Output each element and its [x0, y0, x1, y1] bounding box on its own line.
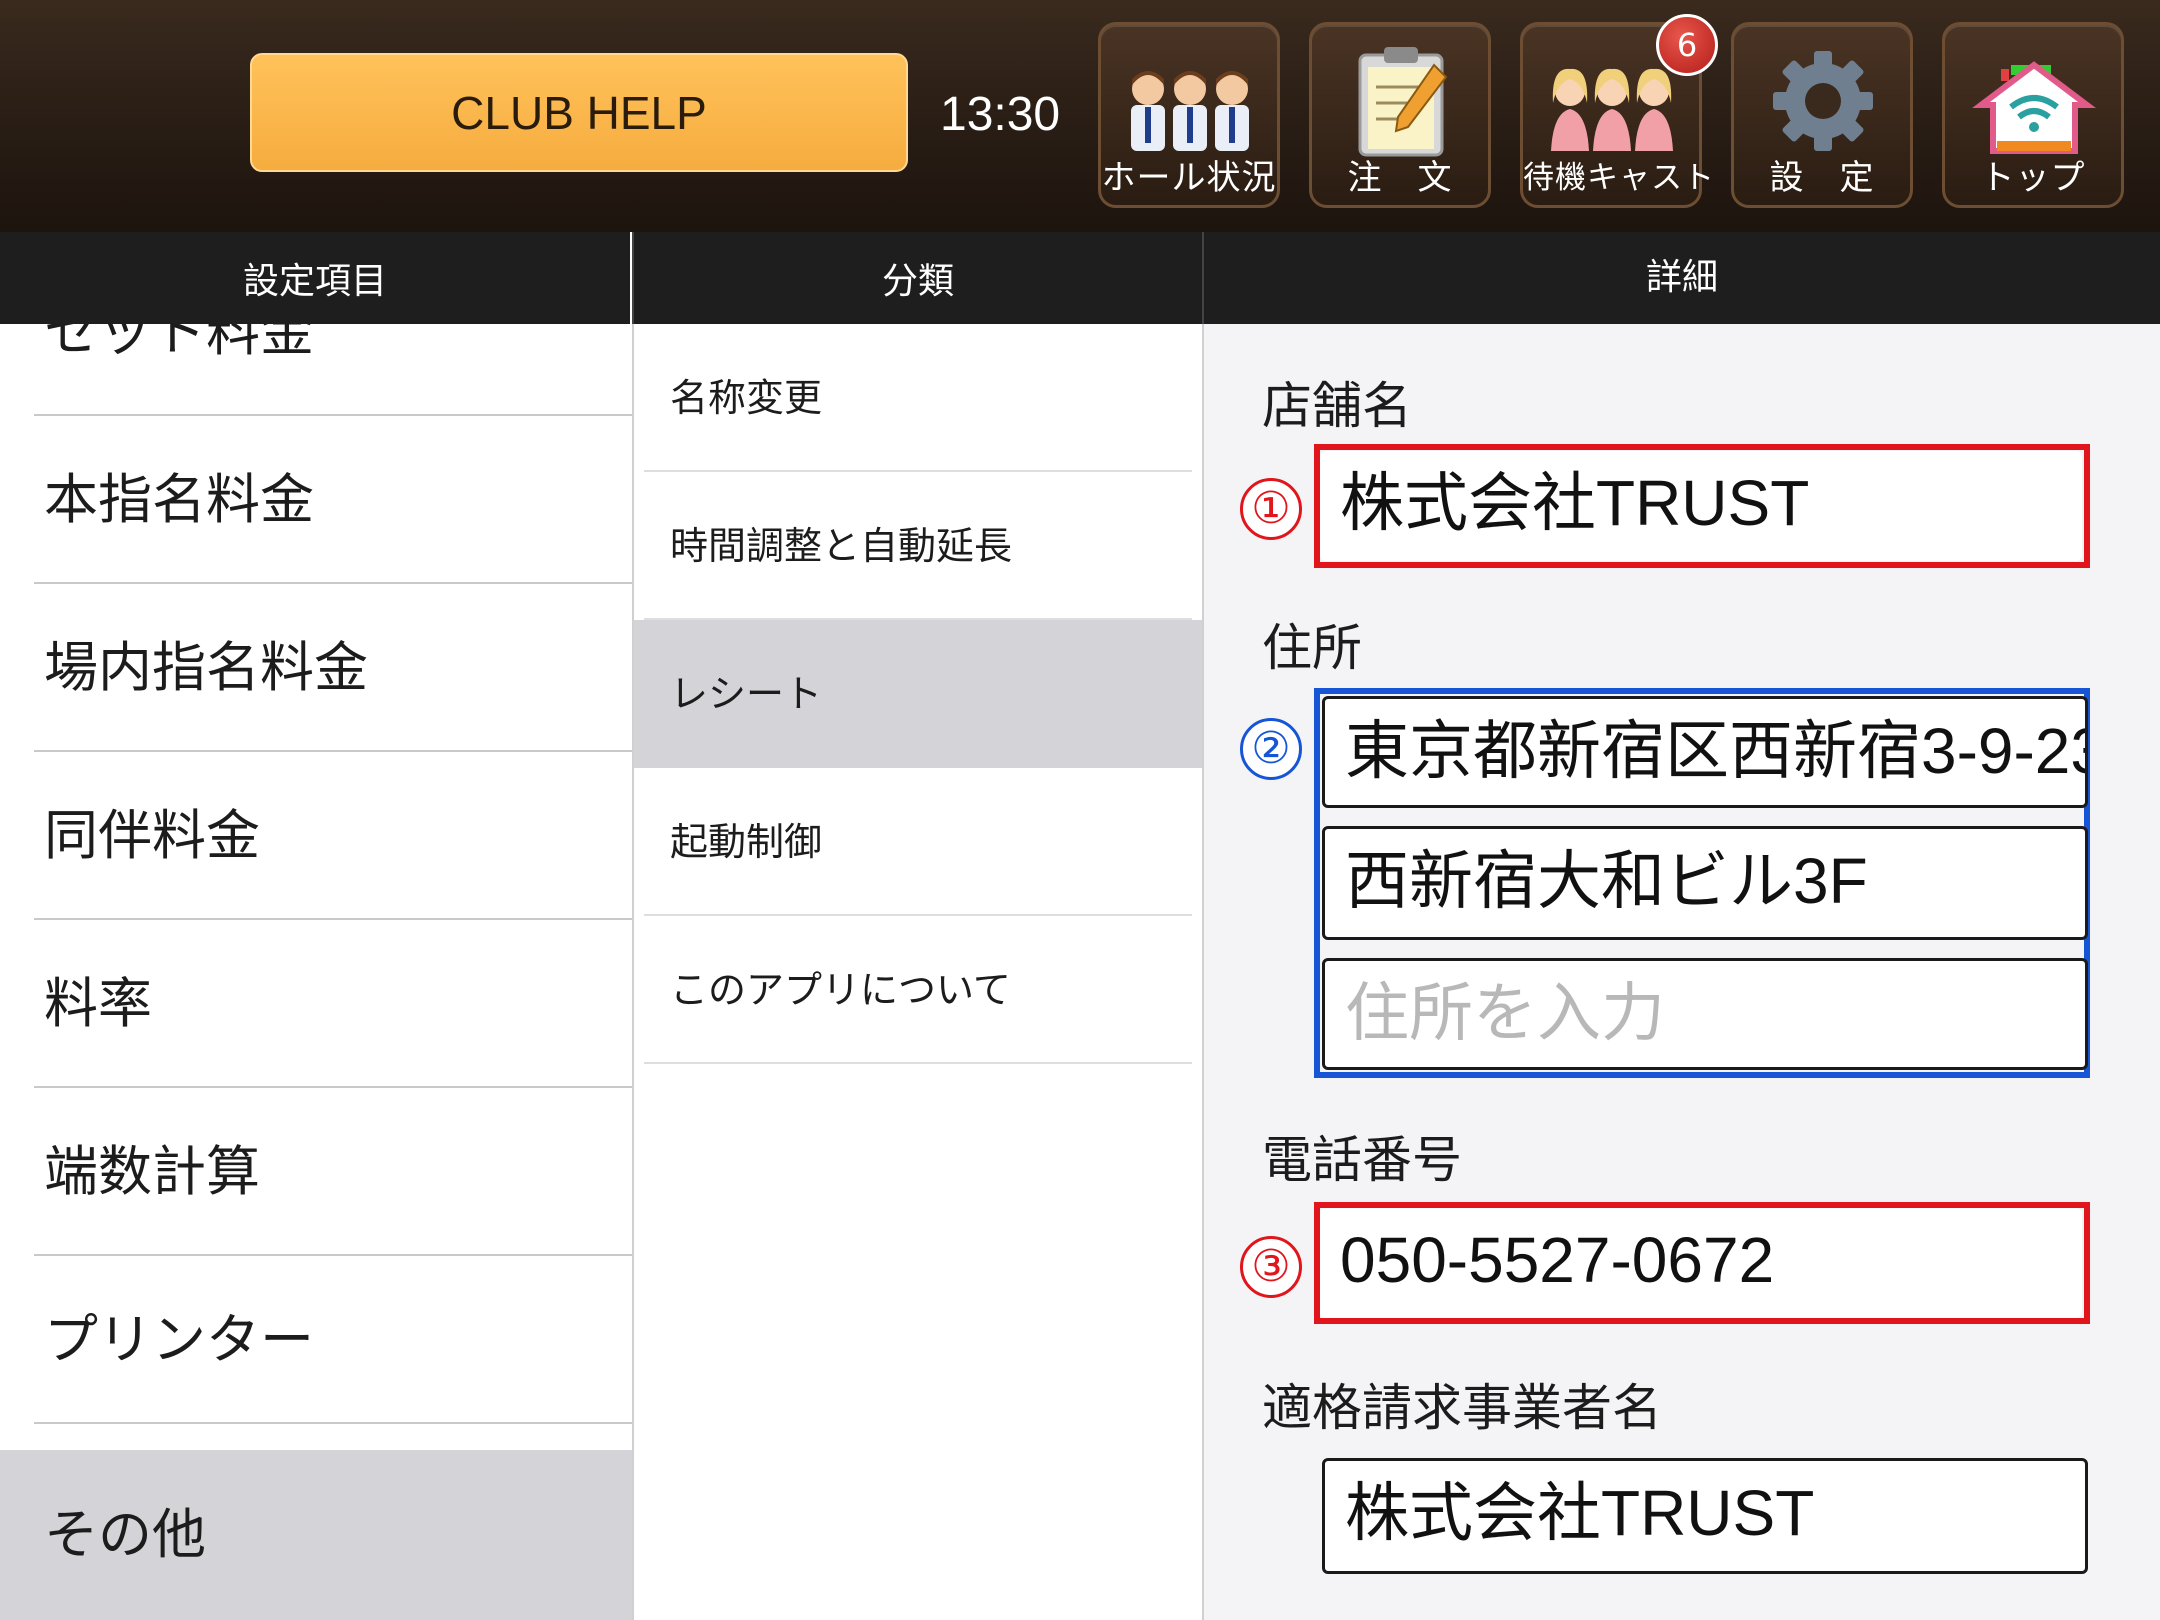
- category-item-about-app[interactable]: このアプリについて: [634, 916, 1202, 1064]
- settings-item-other[interactable]: その他: [0, 1450, 632, 1620]
- invoice-issuer-label: 適格請求事業者名: [1262, 1379, 1662, 1437]
- category-item-receipt[interactable]: レシート: [634, 620, 1202, 768]
- settings-item-label: 場内指名料金: [44, 636, 368, 699]
- detail-column-header: 詳細: [1202, 232, 2160, 324]
- detail-panel: 店舗名 株式会社TRUST ① 住所 東京都新宿区西新宿3-9-23 西新宿大和…: [1202, 324, 2160, 1620]
- settings-column-header: 設定項目: [0, 232, 630, 324]
- settings-item-printer[interactable]: プリンター: [0, 1256, 632, 1424]
- category-column-header: 分類: [632, 232, 1202, 324]
- settings-item-label: 本指名料金: [44, 468, 314, 531]
- address-line2-field[interactable]: 西新宿大和ビル3F: [1322, 826, 2088, 940]
- marker-3: ③: [1240, 1236, 1302, 1298]
- settings-item-in-house-nomination[interactable]: 場内指名料金: [0, 584, 632, 752]
- category-item-label: 名称変更: [670, 376, 823, 420]
- settings-item-label: プリンター: [44, 1308, 314, 1371]
- order-label: 注 文: [1347, 158, 1453, 198]
- store-name-field[interactable]: 株式会社TRUST: [1320, 451, 2082, 561]
- category-list: 名称変更 時間調整と自動延長 レシート 起動制御 このアプリについて: [632, 324, 1202, 1620]
- order-button[interactable]: 注 文: [1309, 22, 1491, 208]
- category-item-rename[interactable]: 名称変更: [634, 324, 1202, 472]
- clock: 13:30: [940, 88, 1061, 141]
- top-label: トップ: [1980, 158, 2086, 198]
- category-item-label: 時間調整と自動延長: [670, 524, 1013, 568]
- settings-item-label: セット料金: [44, 324, 314, 363]
- settings-item-set-fee[interactable]: セット料金: [0, 324, 632, 416]
- order-clipboard-icon: [1358, 47, 1448, 157]
- marker-2: ②: [1240, 718, 1302, 780]
- phone-field[interactable]: 050-5527-0672: [1320, 1208, 2082, 1318]
- settings-item-accompany-fee[interactable]: 同伴料金: [0, 752, 632, 920]
- address-line3-field[interactable]: 住所を入力: [1322, 958, 2088, 1070]
- invoice-issuer-field[interactable]: 株式会社TRUST: [1322, 1458, 2088, 1574]
- waiting-cast-label: 待機キャスト: [1523, 160, 1715, 196]
- settings-item-label: 料率: [44, 972, 152, 1035]
- category-item-label: このアプリについて: [670, 968, 1011, 1012]
- waiting-cast-icon: [1551, 68, 1673, 151]
- address-line1-field[interactable]: 東京都新宿区西新宿3-9-23: [1322, 696, 2088, 808]
- phone-label: 電話番号: [1262, 1131, 1462, 1189]
- settings-item-label: その他: [44, 1503, 206, 1566]
- waiting-cast-badge: 6: [1656, 14, 1718, 76]
- top-bar: CLUB HELP 13:30 ホール状況 注 文 待機キャスト 6 設 定 ト…: [0, 0, 2160, 232]
- marker-1: ①: [1240, 478, 1302, 540]
- settings-item-label: 端数計算: [44, 1140, 260, 1203]
- category-item-startup-control[interactable]: 起動制御: [634, 768, 1202, 916]
- settings-item-main-nomination[interactable]: 本指名料金: [0, 416, 632, 584]
- settings-item-rounding[interactable]: 端数計算: [0, 1088, 632, 1256]
- category-item-time-adjust[interactable]: 時間調整と自動延長: [634, 472, 1202, 620]
- store-name-label: 店舗名: [1262, 377, 1412, 435]
- settings-label: 設 定: [1769, 158, 1875, 198]
- address-label: 住所: [1262, 619, 1362, 677]
- category-item-label: 起動制御: [670, 820, 823, 864]
- hall-status-icon: [1131, 71, 1249, 151]
- settings-button[interactable]: 設 定: [1731, 22, 1913, 208]
- gear-icon: [1773, 51, 1873, 151]
- category-item-label: レシート: [670, 672, 823, 716]
- club-help-button[interactable]: CLUB HELP: [250, 53, 908, 172]
- settings-item-label: 同伴料金: [44, 804, 260, 867]
- top-button[interactable]: トップ: [1942, 22, 2124, 208]
- hall-status-button[interactable]: ホール状況: [1098, 22, 1280, 208]
- settings-list: セット料金 本指名料金 場内指名料金 同伴料金 料率 端数計算 プリンター その…: [0, 324, 632, 1620]
- settings-item-rate[interactable]: 料率: [0, 920, 632, 1088]
- home-wifi-icon: [1972, 61, 2096, 154]
- hall-status-label: ホール状況: [1101, 158, 1277, 198]
